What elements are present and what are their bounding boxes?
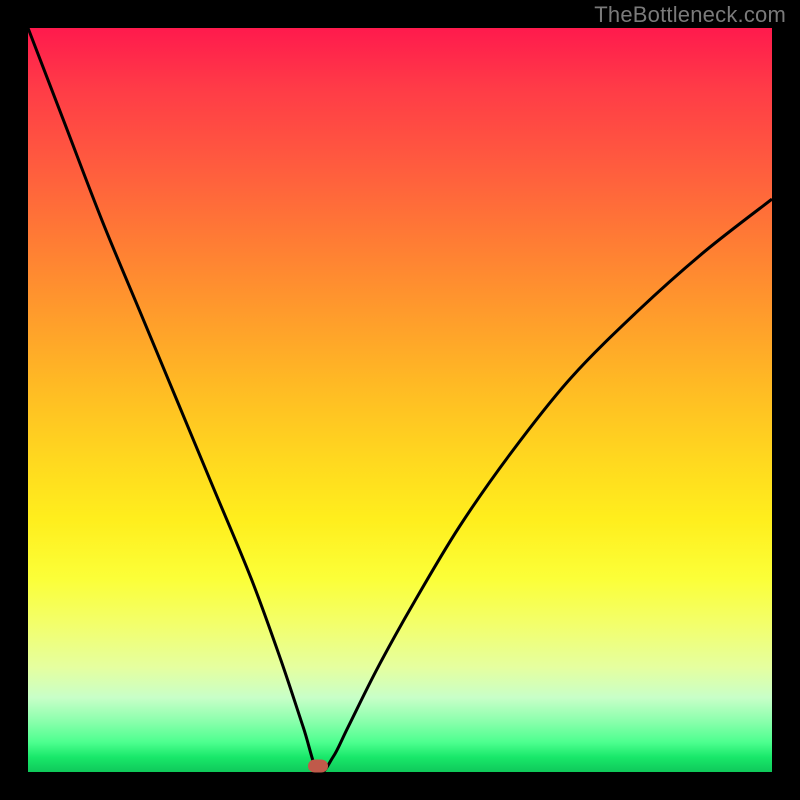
- chart-frame: TheBottleneck.com: [0, 0, 800, 800]
- watermark-text: TheBottleneck.com: [594, 2, 786, 28]
- optimal-marker: [308, 760, 328, 773]
- bottleneck-curve: [28, 28, 772, 772]
- plot-area: [28, 28, 772, 772]
- curve-path: [28, 28, 772, 772]
